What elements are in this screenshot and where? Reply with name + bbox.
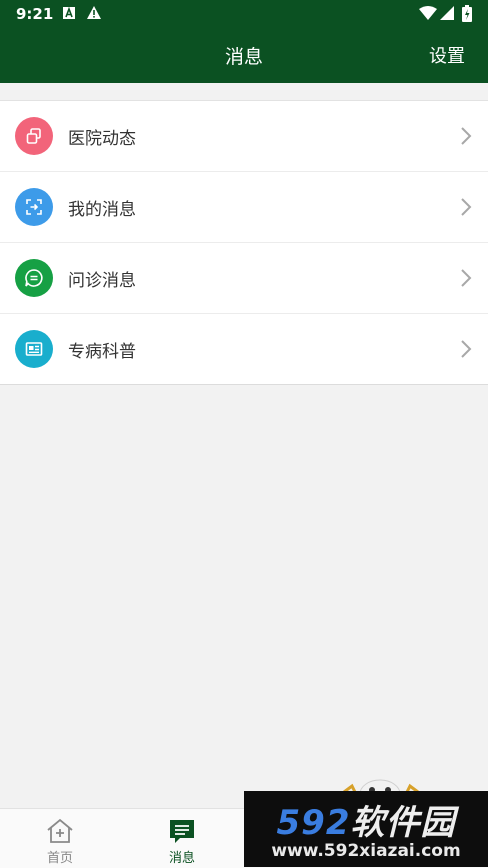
menu-item-consultation-messages[interactable]: 问诊消息 xyxy=(0,243,488,314)
watermark: 592软件园 www.592xiazai.com xyxy=(244,791,488,867)
chevron-right-icon xyxy=(461,198,472,216)
hospital-news-icon xyxy=(15,117,53,155)
message-icon xyxy=(170,820,194,843)
menu-item-hospital-news[interactable]: 医院动态 xyxy=(0,101,488,172)
menu-item-my-messages[interactable]: 我的消息 xyxy=(0,172,488,243)
watermark-logo-number: 592 xyxy=(276,803,351,843)
settings-button[interactable]: 设置 xyxy=(429,42,465,68)
tab-messages-label: 消息 xyxy=(168,851,195,866)
chevron-right-icon xyxy=(461,269,472,287)
my-message-icon xyxy=(15,188,53,226)
tab-home-label: 首页 xyxy=(46,851,73,866)
menu-item-label: 专病科普 xyxy=(68,342,136,362)
chat-bubble-icon xyxy=(15,259,53,297)
watermark-logo: 592软件园 xyxy=(244,795,488,844)
menu-item-label: 问诊消息 xyxy=(68,271,136,291)
menu-item-label: 我的消息 xyxy=(68,200,136,220)
notification-a-icon xyxy=(63,6,75,19)
chevron-right-icon xyxy=(461,127,472,145)
warning-icon xyxy=(87,6,101,19)
page-title: 消息 xyxy=(224,46,263,68)
menu-item-label: 医院动态 xyxy=(68,129,136,149)
chevron-right-icon xyxy=(461,340,472,358)
signal-icon xyxy=(440,6,454,20)
app-bar: 消息 设置 xyxy=(0,28,488,83)
newspaper-icon xyxy=(15,330,53,368)
home-icon xyxy=(47,818,73,843)
message-category-list: 医院动态 我的消息 问诊消息 专病科普 xyxy=(0,100,488,385)
battery-icon xyxy=(462,5,472,22)
status-time: 9:21 xyxy=(16,5,54,23)
status-bar: 9:21 xyxy=(0,0,488,28)
wifi-icon xyxy=(419,6,437,20)
menu-item-disease-science[interactable]: 专病科普 xyxy=(0,314,488,384)
tab-messages[interactable]: 消息 xyxy=(122,809,242,868)
tab-home[interactable]: 首页 xyxy=(0,809,120,868)
watermark-url: www.592xiazai.com xyxy=(271,841,461,861)
watermark-logo-text: 软件园 xyxy=(350,803,456,843)
